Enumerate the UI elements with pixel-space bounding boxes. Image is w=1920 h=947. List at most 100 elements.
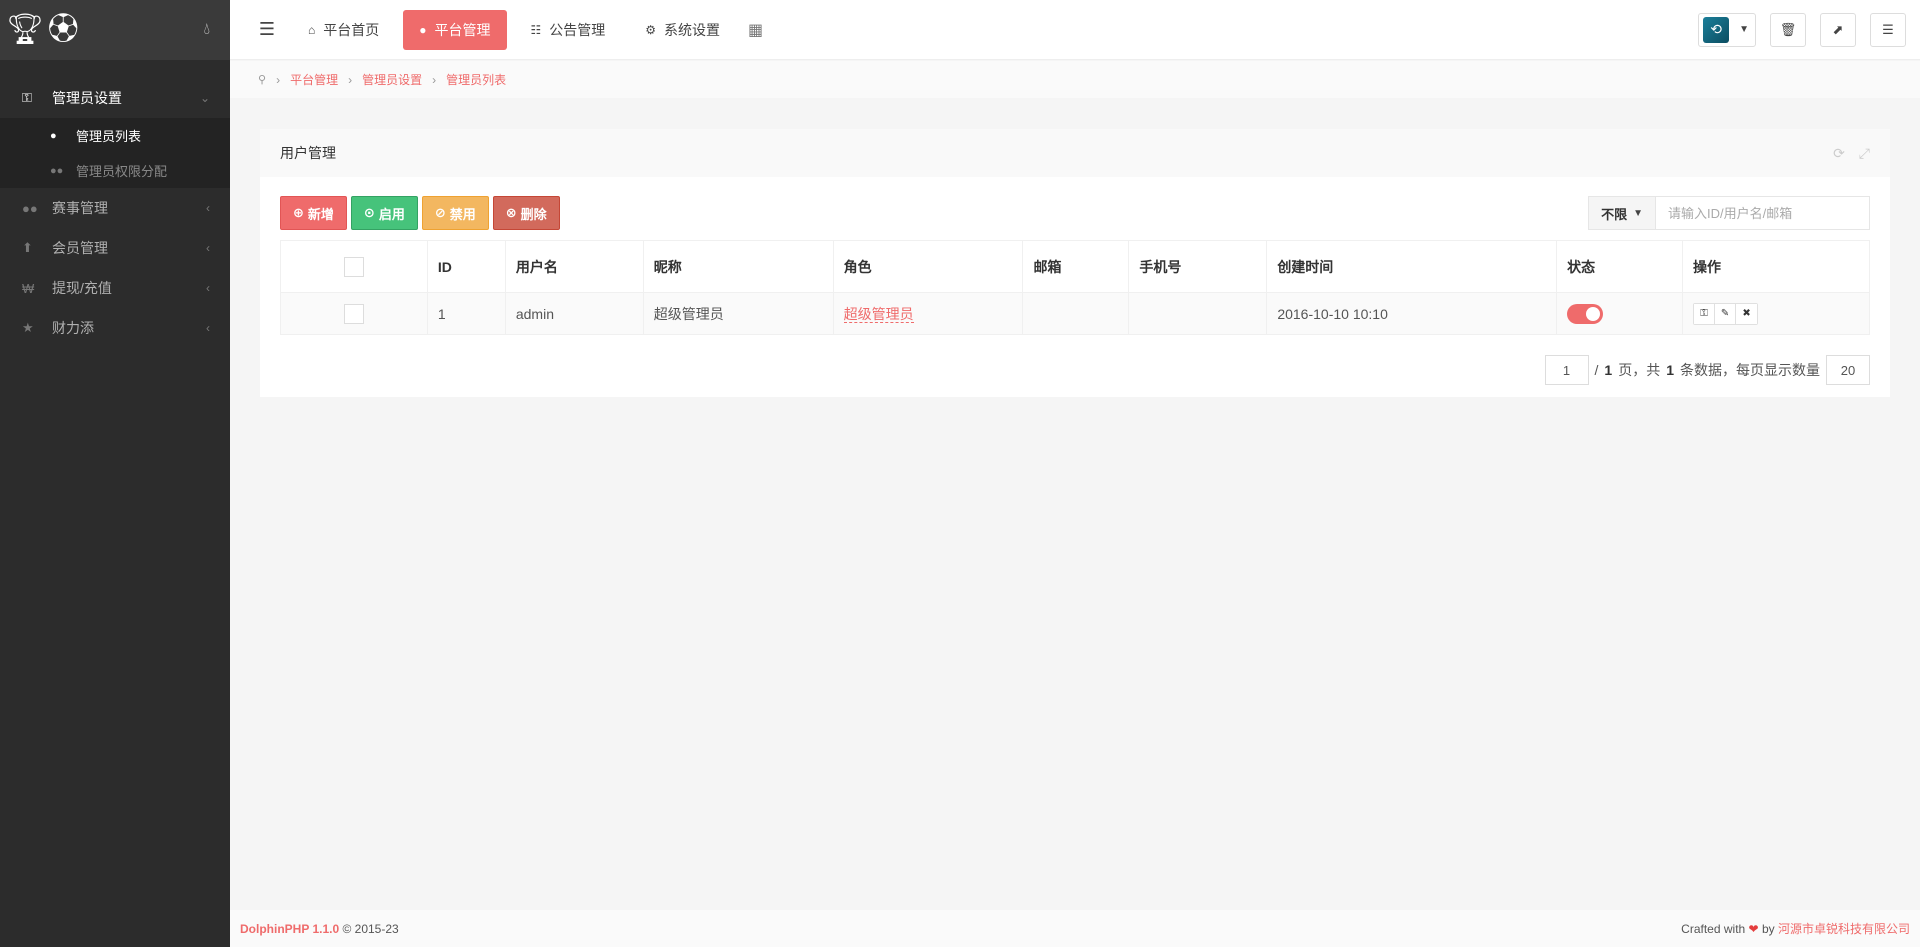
pager-sep: /	[1594, 362, 1599, 378]
cell-email	[1022, 292, 1130, 335]
row-checkbox[interactable]	[343, 303, 364, 324]
total-count: 1	[1666, 362, 1674, 378]
won-icon: ₩	[22, 280, 35, 296]
search-input[interactable]	[1656, 196, 1870, 230]
tab-platform-home[interactable]: ⌂ 平台首页	[292, 10, 395, 50]
add-button-label: 新增	[307, 206, 334, 222]
column-header[interactable]: ID	[426, 240, 506, 293]
user-icon: ●	[419, 22, 427, 37]
header-actions: ⟲ ▼ 🗑︎ ⬈ ☰	[1698, 12, 1920, 47]
user-icon: ●	[50, 129, 57, 142]
cell-id: 1	[426, 292, 506, 335]
per-page-input[interactable]	[1826, 355, 1870, 385]
chevron-left-icon: ‹	[206, 201, 210, 215]
user-menu[interactable]: ⟲ ▼	[1698, 12, 1756, 47]
logo[interactable]: 🏆︎ ⚽︎	[6, 15, 78, 45]
external-link-icon: ⬈	[1832, 21, 1844, 37]
tab-label: 公告管理	[549, 21, 606, 38]
status-toggle[interactable]	[1567, 303, 1604, 324]
select-all-checkbox[interactable]	[343, 256, 364, 277]
role-link[interactable]: 超级管理员	[843, 305, 914, 323]
column-header[interactable]: 用户名	[504, 240, 644, 293]
search-type-label: 不限	[1601, 206, 1628, 222]
edit-icon[interactable]: ✎	[1715, 303, 1737, 324]
user-management-panel: 用户管理 ⟳ ⤢ ⊕ 新增 ⊙ 启用 ⊘ 禁用 ⊗ 删除 不限 ▼ 请输入ID/…	[260, 129, 1890, 397]
top-header: ☰ ⌂ 平台首页 ● 平台管理 ☷ 公告管理 ⚙ 系统设置 ▦ ⟲ ▼ 🗑︎ ⬈…	[230, 0, 1920, 60]
column-header[interactable]: 角色	[832, 240, 1024, 293]
sidebar-item-members[interactable]: ⬆ 会员管理 ‹	[0, 228, 230, 268]
list-icon: ☷	[530, 22, 542, 37]
chevron-left-icon: ‹	[206, 241, 210, 255]
admin-table: ID 用户名 昵称 角色 邮箱 手机号 创建时间 状态 操作 1 admin 超…	[280, 240, 1870, 335]
tab-label: 平台管理	[434, 21, 491, 38]
close-icon[interactable]: ✖	[1736, 303, 1758, 324]
cell-username: admin	[504, 292, 644, 335]
sidebar-subitem-admin-permissions[interactable]: ●● 管理员权限分配	[0, 153, 230, 188]
cell-mobile	[1128, 292, 1268, 335]
column-header[interactable]: 手机号	[1128, 240, 1268, 293]
location-pin-icon: ⚲	[258, 74, 267, 86]
cell-role: 超级管理员	[832, 292, 1024, 335]
sidebar-item-finance[interactable]: ★ 财力添 ‹	[0, 308, 230, 348]
search-type-dropdown[interactable]: 不限 ▼	[1588, 196, 1656, 230]
enable-button-label: 启用	[378, 206, 405, 222]
theme-drop-icon[interactable]: 💧︎	[204, 21, 210, 39]
row-select-cell	[280, 292, 428, 335]
key-icon[interactable]: ⚿	[1694, 303, 1716, 324]
page-number-input[interactable]	[1544, 355, 1589, 385]
trophy-icon: 🏆︎	[6, 13, 45, 46]
delete-button[interactable]: ⊗ 删除	[492, 196, 560, 230]
row-actions: ⚿ ✎ ✖	[1693, 302, 1759, 325]
times-circle-icon: ⊗	[505, 205, 517, 220]
sidebar-subitem-admin-list[interactable]: ● 管理员列表	[0, 118, 230, 153]
trash-icon: 🗑︎	[1779, 21, 1797, 37]
tab-announcements[interactable]: ☷ 公告管理	[515, 10, 622, 50]
tab-system-settings[interactable]: ⚙ 系统设置	[629, 10, 736, 50]
footer: DolphinPHP 1.1.0 © 2015-23 Crafted with …	[230, 910, 1920, 947]
key-icon: ⚿	[22, 90, 32, 105]
sidebar-item-label: 财力添	[52, 320, 94, 336]
menu-toggle-icon[interactable]: ☰	[250, 13, 284, 47]
footer-brand[interactable]: DolphinPHP 1.1.0	[240, 922, 339, 936]
breadcrumb-item[interactable]: 平台管理	[290, 71, 338, 88]
cell-created: 2016-10-10 10:10	[1266, 292, 1558, 335]
panel-icon: ☰	[1882, 21, 1894, 37]
side-panel-button[interactable]: ☰	[1870, 12, 1906, 47]
tab-label: 平台首页	[323, 21, 380, 38]
sidebar: 🏆︎ ⚽︎ 💧︎ ⚿ 管理员设置 ⌄ ● 管理员列表 ●● 管理员权限分配 ●●…	[0, 0, 230, 947]
users-icon: ●●	[22, 200, 38, 216]
sidebar-item-events[interactable]: ●● 赛事管理 ‹	[0, 188, 230, 228]
clear-cache-button[interactable]: 🗑︎	[1770, 12, 1806, 47]
chevron-left-icon: ‹	[206, 321, 210, 335]
column-header: 状态	[1556, 240, 1684, 293]
footer-by: by	[1761, 922, 1775, 936]
toggle-knob	[1586, 306, 1601, 321]
add-button[interactable]: ⊕ 新增	[280, 196, 347, 230]
sidebar-item-admin-settings[interactable]: ⚿ 管理员设置 ⌄	[0, 78, 230, 118]
breadcrumb-item[interactable]: 管理员列表	[446, 71, 506, 88]
enable-button[interactable]: ⊙ 启用	[350, 196, 418, 230]
refresh-icon[interactable]: ⟳	[1833, 145, 1845, 162]
gear-icon: ⚙	[645, 22, 657, 37]
breadcrumb-item[interactable]: 管理员设置	[362, 71, 422, 88]
column-header[interactable]: 创建时间	[1266, 240, 1558, 293]
disable-button[interactable]: ⊘ 禁用	[421, 196, 489, 230]
sidebar-item-label: 管理员设置	[52, 90, 122, 106]
footer-crafted: Crafted with	[1681, 922, 1746, 936]
tab-platform-management[interactable]: ● 平台管理	[403, 9, 507, 50]
column-header[interactable]: 邮箱	[1022, 240, 1130, 293]
apps-grid-icon[interactable]: ▦	[748, 20, 763, 40]
users-icon: ●●	[50, 164, 64, 177]
fullscreen-icon[interactable]: ⤢	[1859, 145, 1870, 162]
open-site-button[interactable]: ⬈	[1820, 12, 1856, 47]
panel-title: 用户管理	[280, 145, 336, 161]
chevron-right-icon: ›	[348, 72, 353, 87]
up-arrow-icon: ⬆	[22, 240, 33, 255]
table-row: 1 admin 超级管理员 超级管理员 2016-10-10 10:10 ⚿ ✎…	[280, 292, 1870, 335]
table-header-row: ID 用户名 昵称 角色 邮箱 手机号 创建时间 状态 操作	[280, 240, 1870, 293]
footer-company-link[interactable]: 河源市卓锐科技有限公司	[1778, 922, 1910, 936]
caret-down-icon: ▼	[1633, 207, 1643, 219]
sidebar-item-withdraw-recharge[interactable]: ₩ 提现/充值 ‹	[0, 268, 230, 308]
total-pages: 1	[1604, 362, 1613, 378]
column-header[interactable]: 昵称	[642, 240, 834, 293]
